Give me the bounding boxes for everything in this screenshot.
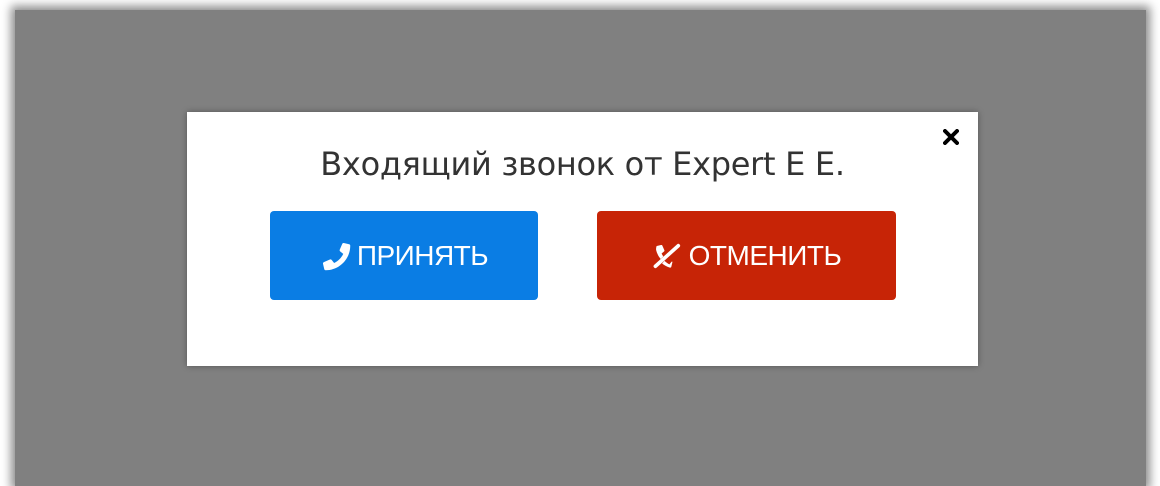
accept-label: ПРИНЯТЬ: [356, 239, 489, 271]
decline-call-button[interactable]: ОТМЕНИТЬ: [597, 211, 896, 300]
close-icon: [943, 129, 959, 145]
decline-label: ОТМЕНИТЬ: [688, 239, 842, 271]
phone-icon: [320, 240, 352, 272]
incoming-call-dialog: Входящий звонок от Expert E E. ПРИНЯТЬ О…: [187, 112, 978, 366]
screen: Входящий звонок от Expert E E. ПРИНЯТЬ О…: [0, 0, 1160, 486]
accept-call-button[interactable]: ПРИНЯТЬ: [270, 211, 538, 300]
phone-slash-icon: [652, 240, 684, 272]
dialog-title: Входящий звонок от Expert E E.: [320, 145, 845, 183]
